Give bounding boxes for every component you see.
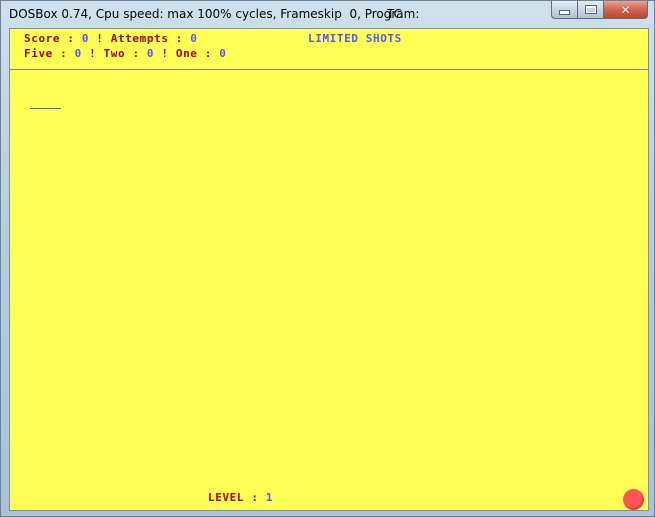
level-label: LEVEL bbox=[208, 491, 245, 504]
ball bbox=[623, 489, 644, 510]
level-value: 1 bbox=[265, 491, 274, 504]
window-title: DOSBox 0.74, Cpu speed: max 100% cycles,… bbox=[9, 7, 420, 21]
level-indicator: LEVEL : 1 bbox=[208, 491, 273, 504]
minimize-icon bbox=[559, 10, 570, 15]
program-name: TC bbox=[387, 7, 403, 21]
hud-hits-line: Five : 0 ! Two : 0 ! One : 0 bbox=[24, 47, 226, 60]
maximize-button[interactable] bbox=[577, 1, 603, 19]
dosbox-window: DOSBox 0.74, Cpu speed: max 100% cycles,… bbox=[0, 0, 655, 517]
maximize-icon bbox=[584, 5, 597, 14]
score-value: 0 bbox=[81, 32, 90, 45]
minimize-button[interactable] bbox=[551, 1, 577, 19]
close-button[interactable]: ✕ bbox=[603, 1, 648, 19]
attempts-label: Attempts bbox=[110, 32, 169, 45]
shooter-paddle bbox=[30, 108, 61, 109]
mode-label: LIMITED SHOTS bbox=[308, 32, 402, 45]
two-colon: : bbox=[132, 47, 140, 60]
five-value: 0 bbox=[74, 47, 82, 60]
window-controls: ✕ bbox=[551, 1, 648, 20]
score-colon: : bbox=[67, 32, 75, 45]
attempts-colon: : bbox=[175, 32, 184, 45]
one-label: One bbox=[175, 47, 198, 60]
hud-score-line: Score : 0 ! Attempts : 0 bbox=[24, 32, 197, 45]
hud-divider bbox=[10, 69, 648, 70]
five-label: Five bbox=[24, 47, 53, 60]
game-screen[interactable]: Score : 0 ! Attempts : 0 LIMITED SHOTS F… bbox=[9, 28, 649, 511]
one-value: 0 bbox=[219, 47, 227, 60]
score-label: Score bbox=[24, 32, 61, 45]
two-separator: ! bbox=[161, 47, 169, 60]
one-colon: : bbox=[204, 47, 212, 60]
two-label: Two bbox=[103, 47, 126, 60]
close-icon: ✕ bbox=[620, 2, 631, 17]
level-colon: : bbox=[251, 491, 259, 504]
score-separator: ! bbox=[96, 32, 104, 45]
attempts-value: 0 bbox=[190, 32, 198, 45]
title-bar[interactable]: DOSBox 0.74, Cpu speed: max 100% cycles,… bbox=[1, 1, 654, 28]
